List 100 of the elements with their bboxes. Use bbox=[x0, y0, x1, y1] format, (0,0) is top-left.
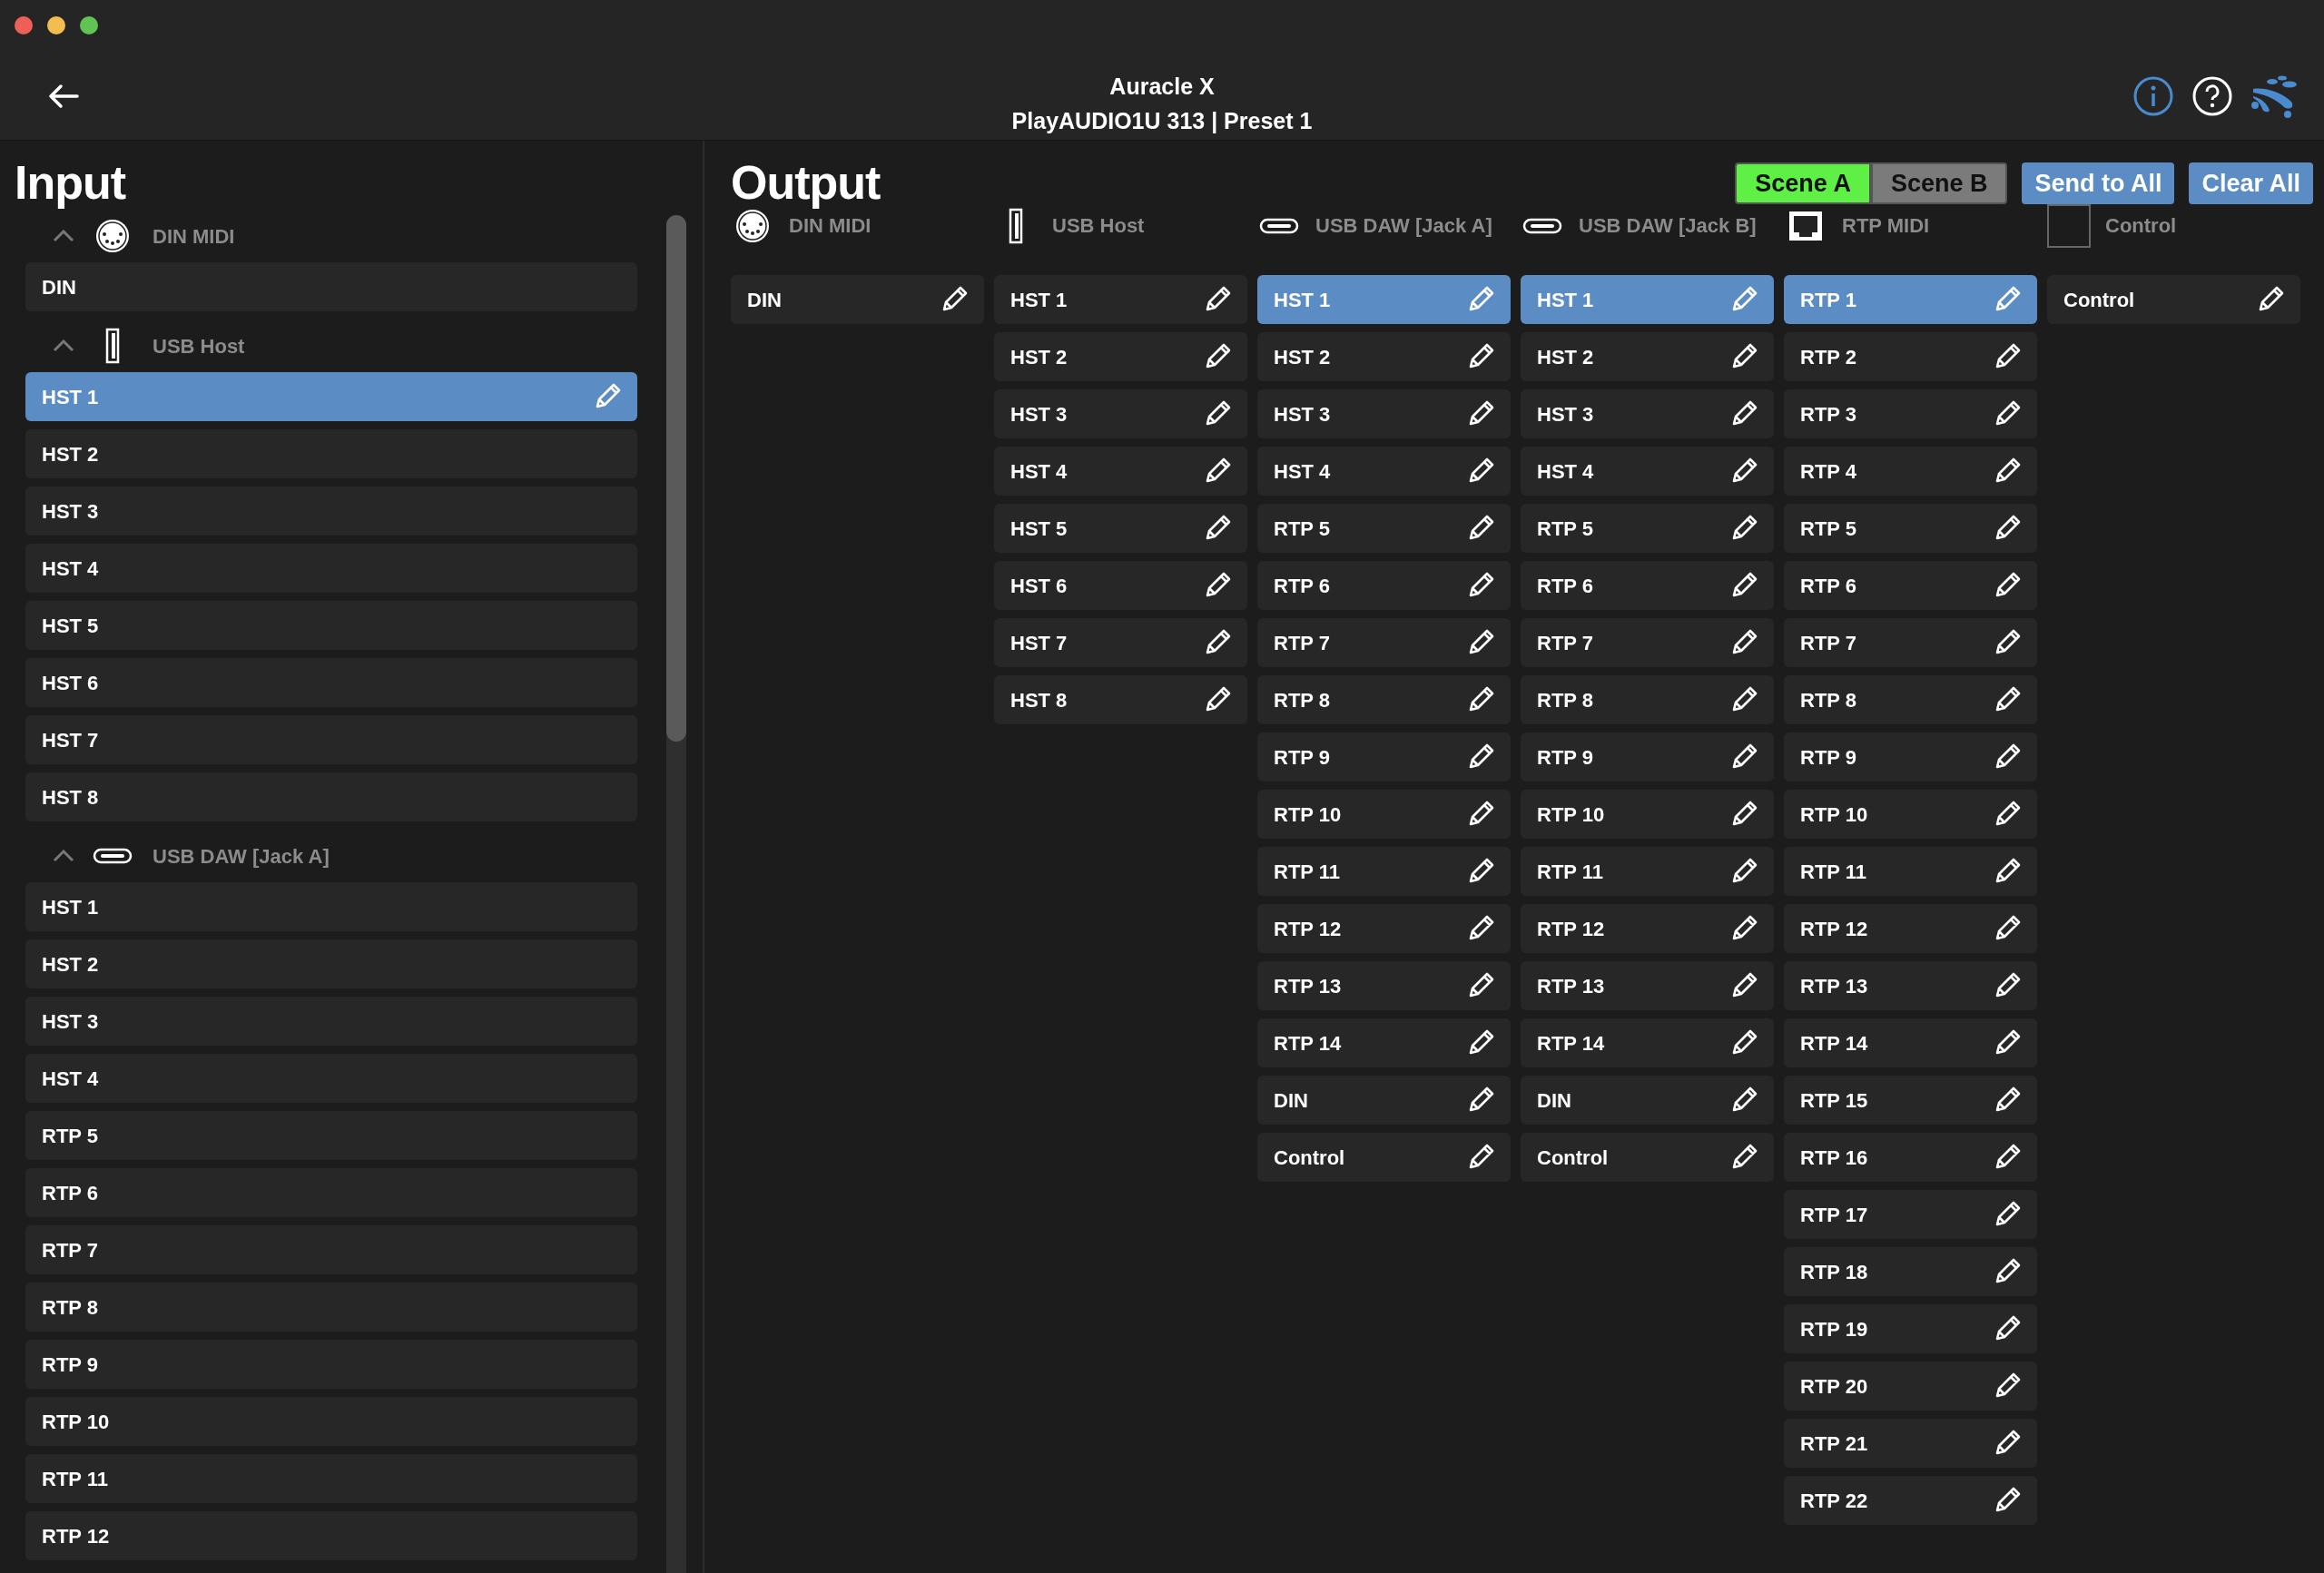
output-column-label: USB DAW [Jack A] bbox=[1315, 213, 1492, 239]
input-item[interactable]: RTP 12 bbox=[25, 1511, 637, 1560]
info-icon[interactable] bbox=[2132, 75, 2174, 117]
output-item[interactable]: HST 4 bbox=[1521, 447, 1774, 496]
output-item[interactable]: HST 2 bbox=[1257, 332, 1511, 381]
output-item[interactable]: RTP 17 bbox=[1784, 1190, 2037, 1239]
output-item[interactable]: RTP 2 bbox=[1784, 332, 2037, 381]
output-item[interactable]: HST 2 bbox=[994, 332, 1247, 381]
output-item[interactable]: RTP 20 bbox=[1784, 1362, 2037, 1411]
output-item[interactable]: RTP 16 bbox=[1784, 1133, 2037, 1182]
output-item[interactable]: RTP 5 bbox=[1784, 504, 2037, 553]
output-item[interactable]: RTP 10 bbox=[1784, 790, 2037, 839]
output-item[interactable]: RTP 10 bbox=[1257, 790, 1511, 839]
output-item[interactable]: Control bbox=[2047, 275, 2300, 324]
input-item[interactable]: RTP 6 bbox=[25, 1168, 637, 1217]
group-label: DIN MIDI bbox=[153, 223, 235, 250]
output-item[interactable]: RTP 15 bbox=[1784, 1076, 2037, 1125]
input-item[interactable]: HST 3 bbox=[25, 997, 637, 1046]
output-item[interactable]: RTP 11 bbox=[1521, 847, 1774, 896]
output-item[interactable]: RTP 6 bbox=[1784, 561, 2037, 610]
output-item[interactable]: RTP 8 bbox=[1521, 675, 1774, 724]
output-item[interactable]: RTP 13 bbox=[1784, 961, 2037, 1010]
input-item[interactable]: HST 8 bbox=[25, 772, 637, 821]
output-item[interactable]: RTP 21 bbox=[1784, 1419, 2037, 1468]
input-item[interactable]: RTP 9 bbox=[25, 1340, 637, 1389]
output-item[interactable]: RTP 14 bbox=[1784, 1018, 2037, 1067]
input-item[interactable]: HST 1 bbox=[25, 882, 637, 931]
output-item[interactable]: RTP 9 bbox=[1784, 732, 2037, 782]
input-item[interactable]: RTP 11 bbox=[25, 1454, 637, 1503]
output-item[interactable]: RTP 5 bbox=[1257, 504, 1511, 553]
output-item[interactable]: HST 1 bbox=[994, 275, 1247, 324]
input-item[interactable]: RTP 10 bbox=[25, 1397, 637, 1446]
usb-port-icon bbox=[105, 328, 120, 364]
output-item[interactable]: RTP 9 bbox=[1521, 732, 1774, 782]
output-item[interactable]: HST 4 bbox=[1257, 447, 1511, 496]
output-item[interactable]: RTP 7 bbox=[1521, 618, 1774, 667]
output-item[interactable]: RTP 8 bbox=[1257, 675, 1511, 724]
output-item[interactable]: DIN bbox=[731, 275, 984, 324]
scrollbar-thumb[interactable] bbox=[666, 215, 686, 742]
input-item[interactable]: HST 5 bbox=[25, 601, 637, 650]
output-item[interactable]: RTP 8 bbox=[1784, 675, 2037, 724]
back-arrow-icon[interactable] bbox=[47, 84, 80, 109]
close-button[interactable] bbox=[15, 16, 33, 34]
output-item[interactable]: RTP 12 bbox=[1521, 904, 1774, 953]
help-icon[interactable] bbox=[2191, 75, 2233, 117]
scene-tab[interactable]: Scene B bbox=[1870, 162, 2008, 204]
input-item[interactable]: HST 4 bbox=[25, 544, 637, 593]
output-item[interactable]: RTP 19 bbox=[1784, 1304, 2037, 1353]
din-connector-icon bbox=[94, 218, 131, 254]
output-item[interactable]: RTP 11 bbox=[1257, 847, 1511, 896]
output-item[interactable]: HST 3 bbox=[994, 389, 1247, 438]
scene-tab[interactable]: Scene A bbox=[1735, 162, 1871, 204]
input-item[interactable]: RTP 8 bbox=[25, 1283, 637, 1332]
output-item[interactable]: RTP 13 bbox=[1257, 961, 1511, 1010]
input-heading: Input bbox=[14, 155, 127, 210]
input-item[interactable]: HST 3 bbox=[25, 487, 637, 536]
output-item[interactable]: RTP 6 bbox=[1257, 561, 1511, 610]
input-item[interactable]: RTP 7 bbox=[25, 1225, 637, 1274]
output-item[interactable]: RTP 7 bbox=[1257, 618, 1511, 667]
group-label: USB Host bbox=[153, 333, 245, 359]
output-item[interactable]: HST 3 bbox=[1257, 389, 1511, 438]
output-item[interactable]: RTP 18 bbox=[1784, 1247, 2037, 1296]
output-item[interactable]: RTP 14 bbox=[1257, 1018, 1511, 1067]
output-item[interactable]: HST 4 bbox=[994, 447, 1247, 496]
output-item[interactable]: DIN bbox=[1521, 1076, 1774, 1125]
output-item[interactable]: HST 6 bbox=[994, 561, 1247, 610]
output-item[interactable]: RTP 13 bbox=[1521, 961, 1774, 1010]
output-item[interactable]: HST 7 bbox=[994, 618, 1247, 667]
output-item[interactable]: RTP 9 bbox=[1257, 732, 1511, 782]
input-item[interactable]: HST 7 bbox=[25, 715, 637, 764]
input-item[interactable]: HST 6 bbox=[25, 658, 637, 707]
input-item[interactable]: DIN bbox=[25, 262, 637, 311]
output-item[interactable]: HST 8 bbox=[994, 675, 1247, 724]
minimize-button[interactable] bbox=[47, 16, 65, 34]
input-item[interactable]: HST 4 bbox=[25, 1054, 637, 1103]
output-item[interactable]: DIN bbox=[1257, 1076, 1511, 1125]
input-item[interactable]: HST 2 bbox=[25, 939, 637, 988]
zoom-button[interactable] bbox=[80, 16, 98, 34]
output-item[interactable]: HST 5 bbox=[994, 504, 1247, 553]
input-item[interactable]: RTP 5 bbox=[25, 1111, 637, 1160]
output-item[interactable]: RTP 3 bbox=[1784, 389, 2037, 438]
output-item[interactable]: RTP 7 bbox=[1784, 618, 2037, 667]
output-item[interactable]: RTP 22 bbox=[1784, 1476, 2037, 1525]
output-item[interactable]: RTP 4 bbox=[1784, 447, 2037, 496]
output-item[interactable]: RTP 12 bbox=[1784, 904, 2037, 953]
output-item[interactable]: RTP 5 bbox=[1521, 504, 1774, 553]
output-item[interactable]: Control bbox=[1257, 1133, 1511, 1182]
group-label: USB DAW [Jack A] bbox=[153, 843, 330, 870]
output-item[interactable]: RTP 14 bbox=[1521, 1018, 1774, 1067]
collapse-caret-icon[interactable] bbox=[53, 850, 74, 862]
output-item[interactable]: HST 2 bbox=[1521, 332, 1774, 381]
output-item[interactable]: Control bbox=[1521, 1133, 1774, 1182]
input-item[interactable]: HST 2 bbox=[25, 429, 637, 478]
output-item[interactable]: RTP 12 bbox=[1257, 904, 1511, 953]
collapse-caret-icon[interactable] bbox=[53, 230, 74, 242]
output-item[interactable]: RTP 10 bbox=[1521, 790, 1774, 839]
collapse-caret-icon[interactable] bbox=[53, 339, 74, 352]
output-item[interactable]: HST 3 bbox=[1521, 389, 1774, 438]
output-item[interactable]: RTP 6 bbox=[1521, 561, 1774, 610]
output-item[interactable]: RTP 11 bbox=[1784, 847, 2037, 896]
